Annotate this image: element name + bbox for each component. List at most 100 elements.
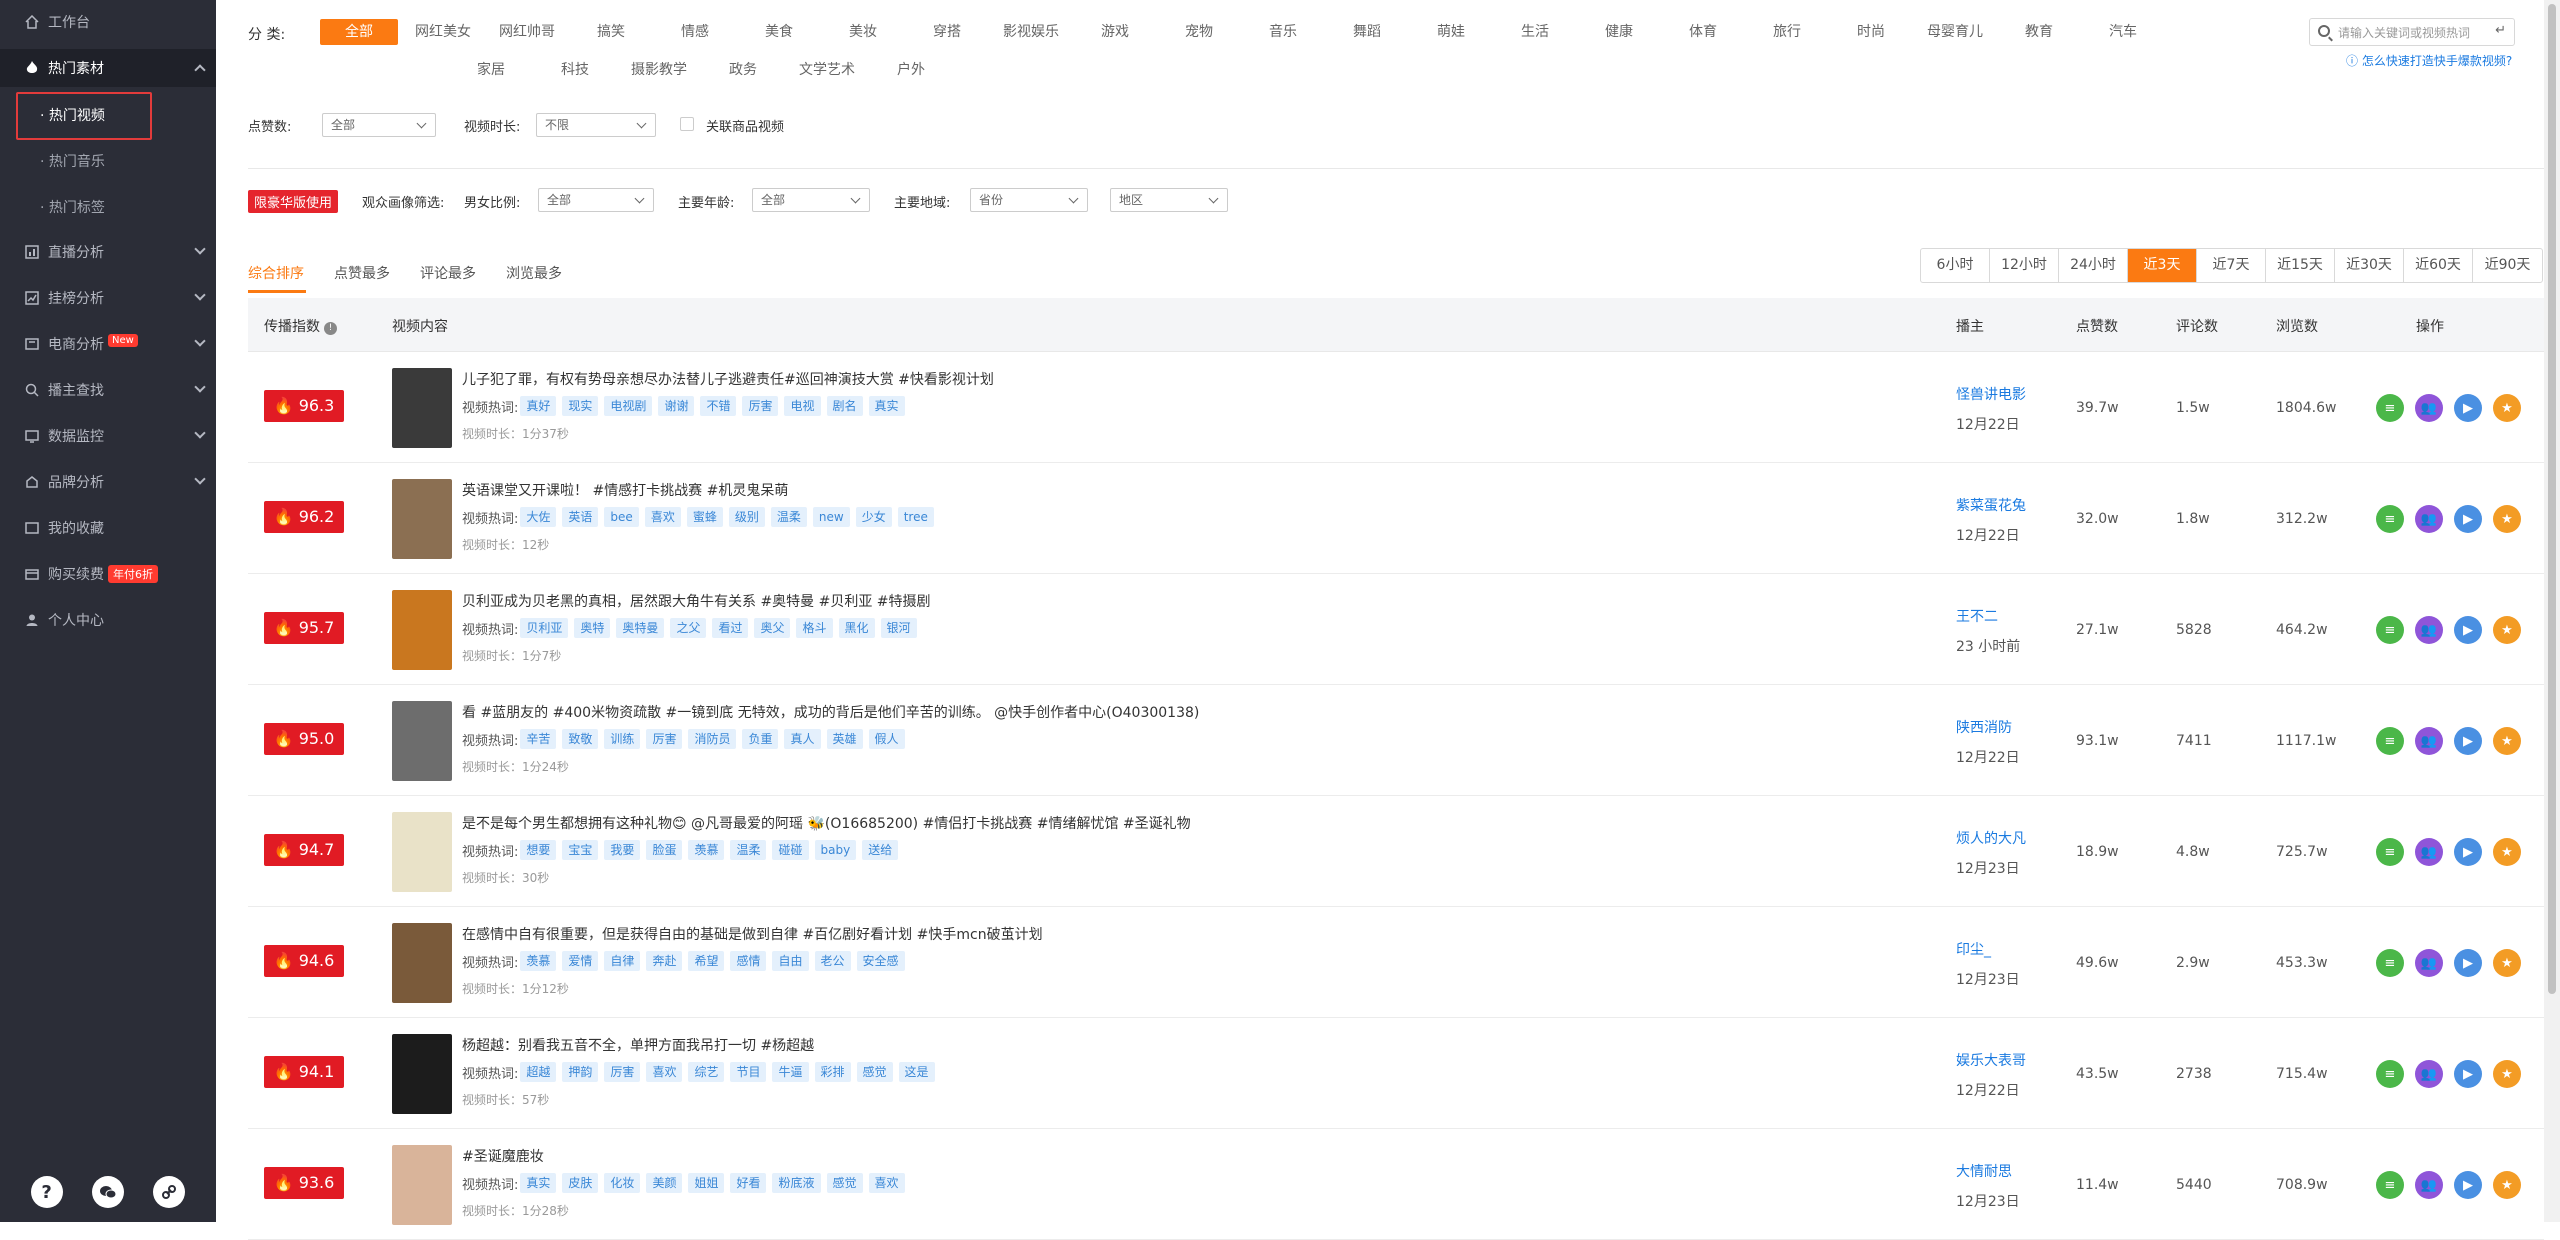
sidebar-item-live-analysis[interactable]: 直播分析 xyxy=(0,233,216,271)
detail-icon[interactable]: ≡ xyxy=(2376,727,2404,755)
hot-word-tag[interactable]: 训练 xyxy=(604,729,641,749)
table-row[interactable]: 🔥 94.7 是不是每个男生都想拥有这种礼物😊 @凡哥最爱的阿瑶 🐝(O1668… xyxy=(248,796,2544,907)
search-input[interactable]: 请输入关键词或视频热词 ↵ xyxy=(2309,18,2515,46)
hot-word-tag[interactable]: 现实 xyxy=(562,396,599,416)
category-chip[interactable]: 影视娱乐 xyxy=(992,19,1070,45)
hot-word-tag[interactable]: 安全感 xyxy=(856,951,905,971)
table-row[interactable]: 🔥 95.0 看 #蓝朋友的 #400米物资疏散 #一镜到底 无特效，成功的背后… xyxy=(248,685,2544,796)
hot-word-tag[interactable]: 老公 xyxy=(814,951,851,971)
author-link[interactable]: 王不二 xyxy=(1956,606,1998,626)
hot-word-tag[interactable]: 美颜 xyxy=(646,1173,683,1193)
help-link[interactable]: ⓘ 怎么快速打造快手爆款视频? xyxy=(2346,52,2512,69)
hot-word-tag[interactable]: baby xyxy=(814,840,857,860)
audience-icon[interactable]: 👥 xyxy=(2415,1060,2443,1088)
audience-icon[interactable]: 👥 xyxy=(2415,1171,2443,1199)
hot-word-tag[interactable]: 银河 xyxy=(880,618,917,638)
video-title[interactable]: 是不是每个男生都想拥有这种礼物😊 @凡哥最爱的阿瑶 🐝(O16685200) #… xyxy=(462,813,1191,833)
hot-word-tag[interactable]: 感觉 xyxy=(826,1173,863,1193)
hot-word-tag[interactable]: 真好 xyxy=(520,396,557,416)
hot-word-tag[interactable]: 喜欢 xyxy=(646,1062,683,1082)
video-thumbnail[interactable] xyxy=(392,812,452,892)
time-15d[interactable]: 近15天 xyxy=(2266,249,2335,282)
hot-word-tag[interactable]: tree xyxy=(897,507,934,527)
play-icon[interactable]: ▶ xyxy=(2454,727,2482,755)
time-3d[interactable]: 近3天 xyxy=(2128,249,2197,282)
duration-select[interactable]: 不限 xyxy=(536,113,656,137)
category-chip[interactable]: 搞笑 xyxy=(572,19,650,45)
category-chip[interactable]: 旅行 xyxy=(1748,19,1826,45)
category-chip[interactable]: 网红美女 xyxy=(404,19,482,45)
hot-word-tag[interactable]: new xyxy=(812,507,850,527)
table-row[interactable]: 🔥 96.2 英语课堂又开课啦！ #情感打卡挑战赛 #机灵鬼呆萌 视频热词: 大佐… xyxy=(248,463,2544,574)
hot-word-tag[interactable]: 碰碰 xyxy=(772,840,809,860)
tab-most-comments[interactable]: 评论最多 xyxy=(420,263,476,283)
category-chip[interactable]: 健康 xyxy=(1580,19,1658,45)
hot-word-tag[interactable]: 谢谢 xyxy=(658,396,695,416)
sidebar-item-monitor[interactable]: 数据监控 xyxy=(0,417,216,455)
video-title[interactable]: 贝利亚成为贝老黑的真相，居然跟大角牛有关系 #奥特曼 #贝利亚 #特摄剧 xyxy=(462,591,931,611)
info-icon[interactable]: ! xyxy=(324,322,337,335)
category-chip[interactable]: 摄影教学 xyxy=(620,57,698,83)
author-link[interactable]: 陕西消防 xyxy=(1956,717,2012,737)
audience-icon[interactable]: 👥 xyxy=(2415,949,2443,977)
hot-word-tag[interactable]: 之父 xyxy=(670,618,707,638)
hot-word-tag[interactable]: 化妆 xyxy=(604,1173,641,1193)
favorite-star-icon[interactable]: ★ xyxy=(2493,949,2521,977)
hot-word-tag[interactable]: 真实 xyxy=(868,396,905,416)
hot-word-tag[interactable]: 姐姐 xyxy=(688,1173,725,1193)
table-row[interactable]: 🔥 94.6 在感情中自有很重要，但是获得自由的基础是做到自律 #百亿剧好看计划… xyxy=(248,907,2544,1018)
hot-word-tag[interactable]: 希望 xyxy=(688,951,725,971)
hot-word-tag[interactable]: 辛苦 xyxy=(520,729,557,749)
category-chip[interactable]: 情感 xyxy=(656,19,734,45)
hot-word-tag[interactable]: 假人 xyxy=(868,729,905,749)
category-chip[interactable]: 萌娃 xyxy=(1412,19,1490,45)
hot-word-tag[interactable]: 格斗 xyxy=(796,618,833,638)
sidebar-item-purchase[interactable]: 购买续费 年付6折 xyxy=(0,555,216,593)
age-select[interactable]: 全部 xyxy=(752,188,870,212)
hot-word-tag[interactable]: 羡慕 xyxy=(688,840,725,860)
hot-word-tag[interactable]: 宝宝 xyxy=(562,840,599,860)
video-thumbnail[interactable] xyxy=(392,590,452,670)
scrollbar-thumb[interactable] xyxy=(2548,4,2556,994)
hot-word-tag[interactable]: 消防员 xyxy=(688,729,737,749)
hot-word-tag[interactable]: 这是 xyxy=(898,1062,935,1082)
hot-word-tag[interactable]: 少女 xyxy=(855,507,892,527)
hot-word-tag[interactable]: 自由 xyxy=(772,951,809,971)
category-chip[interactable]: 穿搭 xyxy=(908,19,986,45)
time-6h[interactable]: 6小时 xyxy=(1921,249,1990,282)
hot-word-tag[interactable]: 我要 xyxy=(604,840,641,860)
audience-icon[interactable]: 👥 xyxy=(2415,505,2443,533)
time-90d[interactable]: 近90天 xyxy=(2473,249,2542,282)
detail-icon[interactable]: ≡ xyxy=(2376,394,2404,422)
favorite-star-icon[interactable]: ★ xyxy=(2493,838,2521,866)
hot-word-tag[interactable]: 英语 xyxy=(562,507,599,527)
hot-word-tag[interactable]: 剧名 xyxy=(826,396,863,416)
detail-icon[interactable]: ≡ xyxy=(2376,949,2404,977)
detail-icon[interactable]: ≡ xyxy=(2376,1060,2404,1088)
sidebar-item-ecommerce[interactable]: 电商分析 New xyxy=(0,325,216,363)
video-thumbnail[interactable] xyxy=(392,479,452,559)
time-30d[interactable]: 近30天 xyxy=(2335,249,2404,282)
favorite-star-icon[interactable]: ★ xyxy=(2493,505,2521,533)
category-chip[interactable]: 美食 xyxy=(740,19,818,45)
sidebar-item-hot-material[interactable]: 热门素材 xyxy=(0,49,216,87)
hot-word-tag[interactable]: 奥特 xyxy=(574,618,611,638)
video-thumbnail[interactable] xyxy=(392,701,452,781)
scrollbar[interactable] xyxy=(2544,0,2560,1222)
sidebar-item-rank-analysis[interactable]: 挂榜分析 xyxy=(0,279,216,317)
category-chip[interactable]: 宠物 xyxy=(1160,19,1238,45)
audience-icon[interactable]: 👥 xyxy=(2415,394,2443,422)
hot-word-tag[interactable]: 电视 xyxy=(784,396,821,416)
detail-icon[interactable]: ≡ xyxy=(2376,616,2404,644)
detail-icon[interactable]: ≡ xyxy=(2376,838,2404,866)
author-link[interactable]: 紫菜蛋花兔 xyxy=(1956,495,2026,515)
video-title[interactable]: #圣诞魔鹿妆 xyxy=(462,1146,544,1166)
hot-word-tag[interactable]: 牛逼 xyxy=(772,1062,809,1082)
category-chip[interactable]: 户外 xyxy=(872,57,950,83)
hot-word-tag[interactable]: 奥特曼 xyxy=(616,618,665,638)
time-7d[interactable]: 近7天 xyxy=(2197,249,2266,282)
time-24h[interactable]: 24小时 xyxy=(2059,249,2128,282)
hot-word-tag[interactable]: 黑化 xyxy=(838,618,875,638)
hot-word-tag[interactable]: 想要 xyxy=(520,840,557,860)
video-thumbnail[interactable] xyxy=(392,368,452,448)
